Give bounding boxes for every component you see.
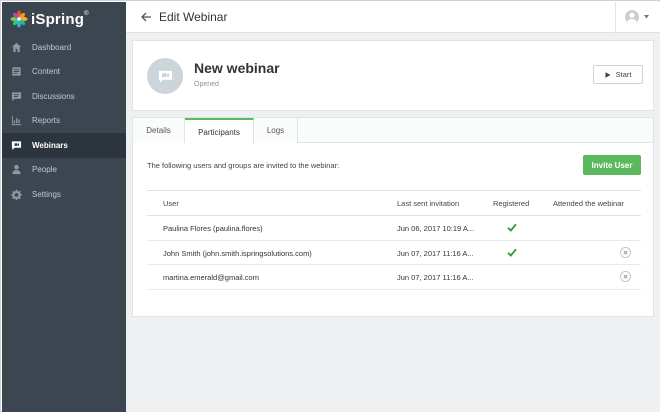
sidebar-item-label: Discussions <box>32 91 75 101</box>
webinar-avatar-icon <box>147 58 183 94</box>
sidebar-item-settings[interactable]: Settings <box>2 182 126 207</box>
header-divider <box>615 2 616 33</box>
registered-check-icon <box>507 223 517 232</box>
chevron-down-icon[interactable] <box>644 15 649 19</box>
remove-participant-icon[interactable] <box>620 246 631 258</box>
start-button-label: Start <box>615 70 632 79</box>
brand-mark: ® <box>84 10 89 17</box>
person-icon <box>11 164 22 175</box>
tab-bar: Details Participants Logs <box>133 118 653 144</box>
webinar-summary-card: New webinar Opened Start <box>132 40 654 111</box>
participants-table: User Last sent invitation Registered Att… <box>147 190 641 290</box>
participant-user: John Smith (john.smith.ispringsolutions.… <box>163 248 312 258</box>
sidebar-item-label: Dashboard <box>32 42 72 52</box>
column-header-attended[interactable]: Attended the webinar <box>553 199 624 208</box>
home-icon <box>11 42 22 53</box>
invite-user-button[interactable]: Invite User <box>583 155 641 175</box>
tab-details[interactable]: Details <box>133 118 185 143</box>
sidebar-item-label: Content <box>32 67 61 77</box>
sidebar: iSpring® Dashboard Content Discussions R… <box>2 2 126 412</box>
participant-user: Paulina Flores (paulina.flores) <box>163 224 263 233</box>
table-row[interactable]: martina.emerald@gmail.com Jun 07, 2017 1… <box>147 265 641 290</box>
sidebar-item-label: Reports <box>32 116 61 126</box>
tab-logs[interactable]: Logs <box>254 118 298 143</box>
top-header: Edit Webinar <box>126 2 660 33</box>
participant-last-sent: Jun 07, 2017 11:16 A... <box>397 248 474 258</box>
ispring-flower-icon <box>10 10 28 28</box>
gear-icon <box>11 189 22 200</box>
brand-name: iSpring <box>31 10 85 28</box>
tab-participants[interactable]: Participants <box>185 118 254 144</box>
participant-last-sent: Jun 07, 2017 11:16 A... <box>397 273 474 282</box>
table-row[interactable]: John Smith (john.smith.ispringsolutions.… <box>147 241 641 265</box>
sidebar-item-webinars[interactable]: Webinars <box>2 133 126 158</box>
sidebar-item-reports[interactable]: Reports <box>2 109 126 134</box>
reports-icon <box>11 115 22 126</box>
main-content: New webinar Opened Start Details Partici… <box>126 33 660 412</box>
table-header: User Last sent invitation Registered Att… <box>147 190 641 216</box>
sidebar-item-people[interactable]: People <box>2 158 126 183</box>
sidebar-item-label: Webinars <box>32 140 68 150</box>
participant-user: martina.emerald@gmail.com <box>163 273 259 282</box>
participant-last-sent: Jun 06, 2017 10:19 A... <box>397 224 475 233</box>
webinar-tabs-card: Details Participants Logs The following … <box>132 117 654 317</box>
brand-logo[interactable]: iSpring® <box>10 9 89 29</box>
participants-intro: The following users and groups are invit… <box>147 161 340 170</box>
sidebar-item-dashboard[interactable]: Dashboard <box>2 35 126 60</box>
webinar-icon <box>11 140 22 151</box>
webinar-title: New webinar <box>194 60 280 76</box>
play-icon <box>605 71 611 78</box>
column-header-last-sent[interactable]: Last sent invitation <box>397 199 459 208</box>
app-frame: iSpring® Dashboard Content Discussions R… <box>0 0 660 412</box>
sidebar-item-label: People <box>32 165 57 175</box>
remove-participant-icon[interactable] <box>620 271 631 282</box>
sidebar-item-label: Settings <box>32 189 61 199</box>
column-header-user[interactable]: User <box>163 199 179 208</box>
column-header-registered[interactable]: Registered <box>493 199 529 208</box>
back-arrow-icon[interactable] <box>140 11 152 23</box>
table-row[interactable]: Paulina Flores (paulina.flores) Jun 06, … <box>147 216 641 241</box>
registered-check-icon <box>507 248 517 257</box>
discussions-icon <box>11 91 22 102</box>
sidebar-nav: Dashboard Content Discussions Reports We… <box>2 35 126 207</box>
sidebar-item-discussions[interactable]: Discussions <box>2 84 126 109</box>
content-icon <box>11 66 22 77</box>
page-title: Edit Webinar <box>159 10 228 24</box>
user-avatar-icon[interactable] <box>625 10 639 24</box>
webinar-status: Opened <box>194 81 219 88</box>
start-button[interactable]: Start <box>593 65 643 84</box>
sidebar-item-content[interactable]: Content <box>2 60 126 85</box>
